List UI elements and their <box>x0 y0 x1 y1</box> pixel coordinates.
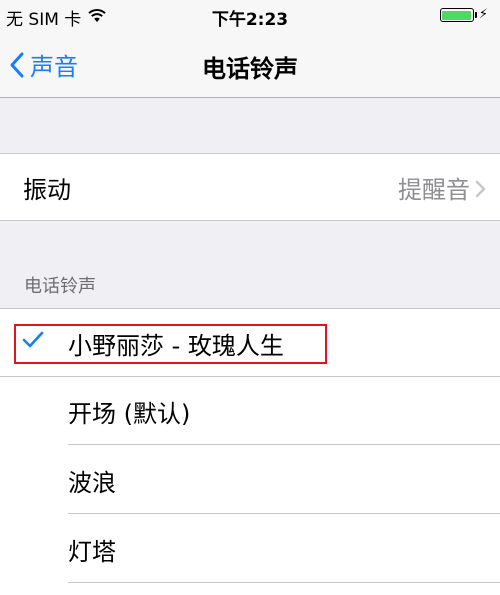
ringtone-row[interactable]: 灯塔 <box>0 515 500 583</box>
row-divider <box>68 444 500 445</box>
status-time: 下午2:23 <box>211 10 289 30</box>
ringtone-label: 开场 (默认) <box>68 399 191 428</box>
row-divider <box>68 582 500 583</box>
battery-tip <box>474 12 477 18</box>
charging-bolt-icon: ⚡ <box>478 7 488 22</box>
page-title: 电话铃声 <box>202 55 298 83</box>
ringtone-label: 波浪 <box>68 468 116 497</box>
navigation-bar: 声音 电话铃声 <box>0 32 500 98</box>
ringtone-list: 小野丽莎 - 玫瑰人生 开场 (默认) 波浪 灯塔 <box>0 308 500 595</box>
row-divider <box>68 513 500 514</box>
ringtone-section-header: 电话铃声 <box>24 276 96 297</box>
status-bar: 无 SIM 卡 下午2:23 ⚡ <box>0 0 500 32</box>
ringtone-label: 灯塔 <box>68 537 116 566</box>
ringtone-row[interactable]: 开场 (默认) <box>0 377 500 445</box>
ringtone-label: 小野丽莎 - 玫瑰人生 <box>68 331 284 360</box>
battery-indicator: ⚡ <box>439 7 488 22</box>
vibration-value: 提醒音 <box>398 175 470 204</box>
battery-fill <box>442 10 472 20</box>
checkmark-icon <box>22 331 44 348</box>
battery-icon <box>439 8 474 22</box>
vibration-label: 振动 <box>23 175 71 204</box>
ringtone-row[interactable]: 波浪 <box>0 446 500 514</box>
ringtone-row-selected[interactable]: 小野丽莎 - 玫瑰人生 <box>0 309 500 377</box>
vibration-row[interactable]: 振动 提醒音 <box>0 153 500 221</box>
chevron-right-icon <box>475 180 486 198</box>
